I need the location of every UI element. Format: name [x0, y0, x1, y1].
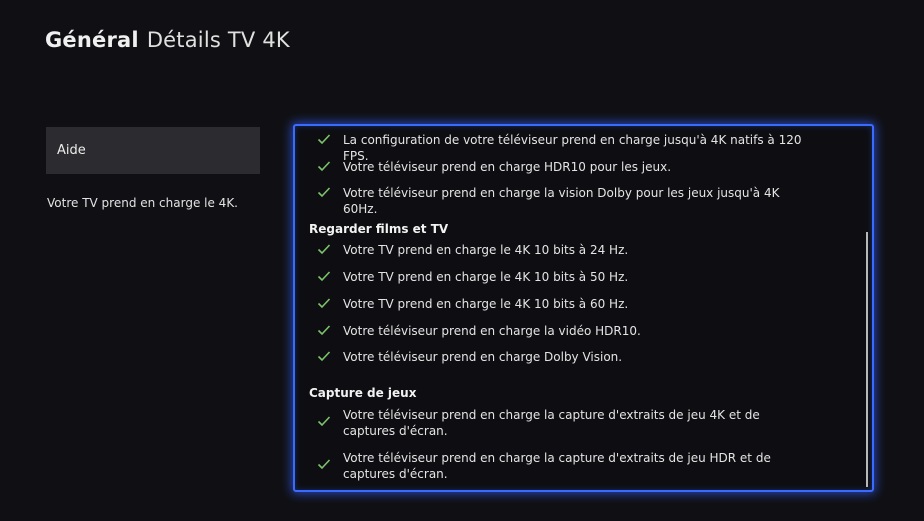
panel-scrollbar[interactable]: [866, 232, 868, 487]
page-title: Détails TV 4K: [146, 28, 290, 52]
check-icon: [317, 416, 331, 427]
check-icon: [317, 187, 331, 198]
list-item-text: Votre TV prend en charge le 4K 10 bits à…: [343, 297, 629, 311]
list-item-text: Votre téléviseur prend en charge la vidé…: [343, 324, 641, 338]
list-item: Votre téléviseur prend en charge HDR10 p…: [313, 159, 813, 175]
list-item: Votre TV prend en charge le 4K 10 bits à…: [313, 242, 813, 258]
list-item: Votre téléviseur prend en charge la visi…: [313, 185, 813, 217]
check-icon: [317, 134, 331, 145]
check-icon: [317, 325, 331, 336]
check-icon: [317, 298, 331, 309]
check-icon: [317, 351, 331, 362]
list-item-text: Votre téléviseur prend en charge Dolby V…: [343, 350, 623, 364]
help-button-label: Aide: [57, 143, 86, 158]
section-title: Général: [45, 28, 139, 52]
list-item-text: Votre téléviseur prend en charge HDR10 p…: [343, 160, 672, 174]
list-item-text: Votre téléviseur prend en charge la capt…: [343, 408, 760, 438]
list-item: Votre téléviseur prend en charge la vidé…: [313, 323, 813, 339]
list-item: Votre TV prend en charge le 4K 10 bits à…: [313, 269, 813, 285]
page-header: Général Détails TV 4K: [45, 28, 290, 52]
section-heading-movies: Regarder films et TV: [309, 222, 449, 236]
tv-details-panel[interactable]: La configuration de votre téléviseur pre…: [293, 124, 874, 492]
list-item: Votre téléviseur prend en charge la capt…: [313, 407, 813, 439]
section-heading-capture: Capture de jeux: [309, 386, 417, 400]
list-item-text: Votre téléviseur prend en charge la visi…: [343, 186, 780, 216]
list-item-text: Votre TV prend en charge le 4K 10 bits à…: [343, 243, 629, 257]
check-icon: [317, 271, 331, 282]
check-icon: [317, 459, 331, 470]
list-item: Votre téléviseur prend en charge la capt…: [313, 450, 813, 482]
tv-support-description: Votre TV prend en charge le 4K.: [47, 196, 238, 210]
list-item: Votre téléviseur prend en charge Dolby V…: [313, 349, 813, 365]
check-icon: [317, 244, 331, 255]
list-item-text: Votre téléviseur prend en charge la capt…: [343, 451, 771, 481]
list-item-text: Votre TV prend en charge le 4K 10 bits à…: [343, 270, 629, 284]
check-icon: [317, 161, 331, 172]
list-item: Votre TV prend en charge le 4K 10 bits à…: [313, 296, 813, 312]
help-button[interactable]: Aide: [46, 127, 260, 174]
